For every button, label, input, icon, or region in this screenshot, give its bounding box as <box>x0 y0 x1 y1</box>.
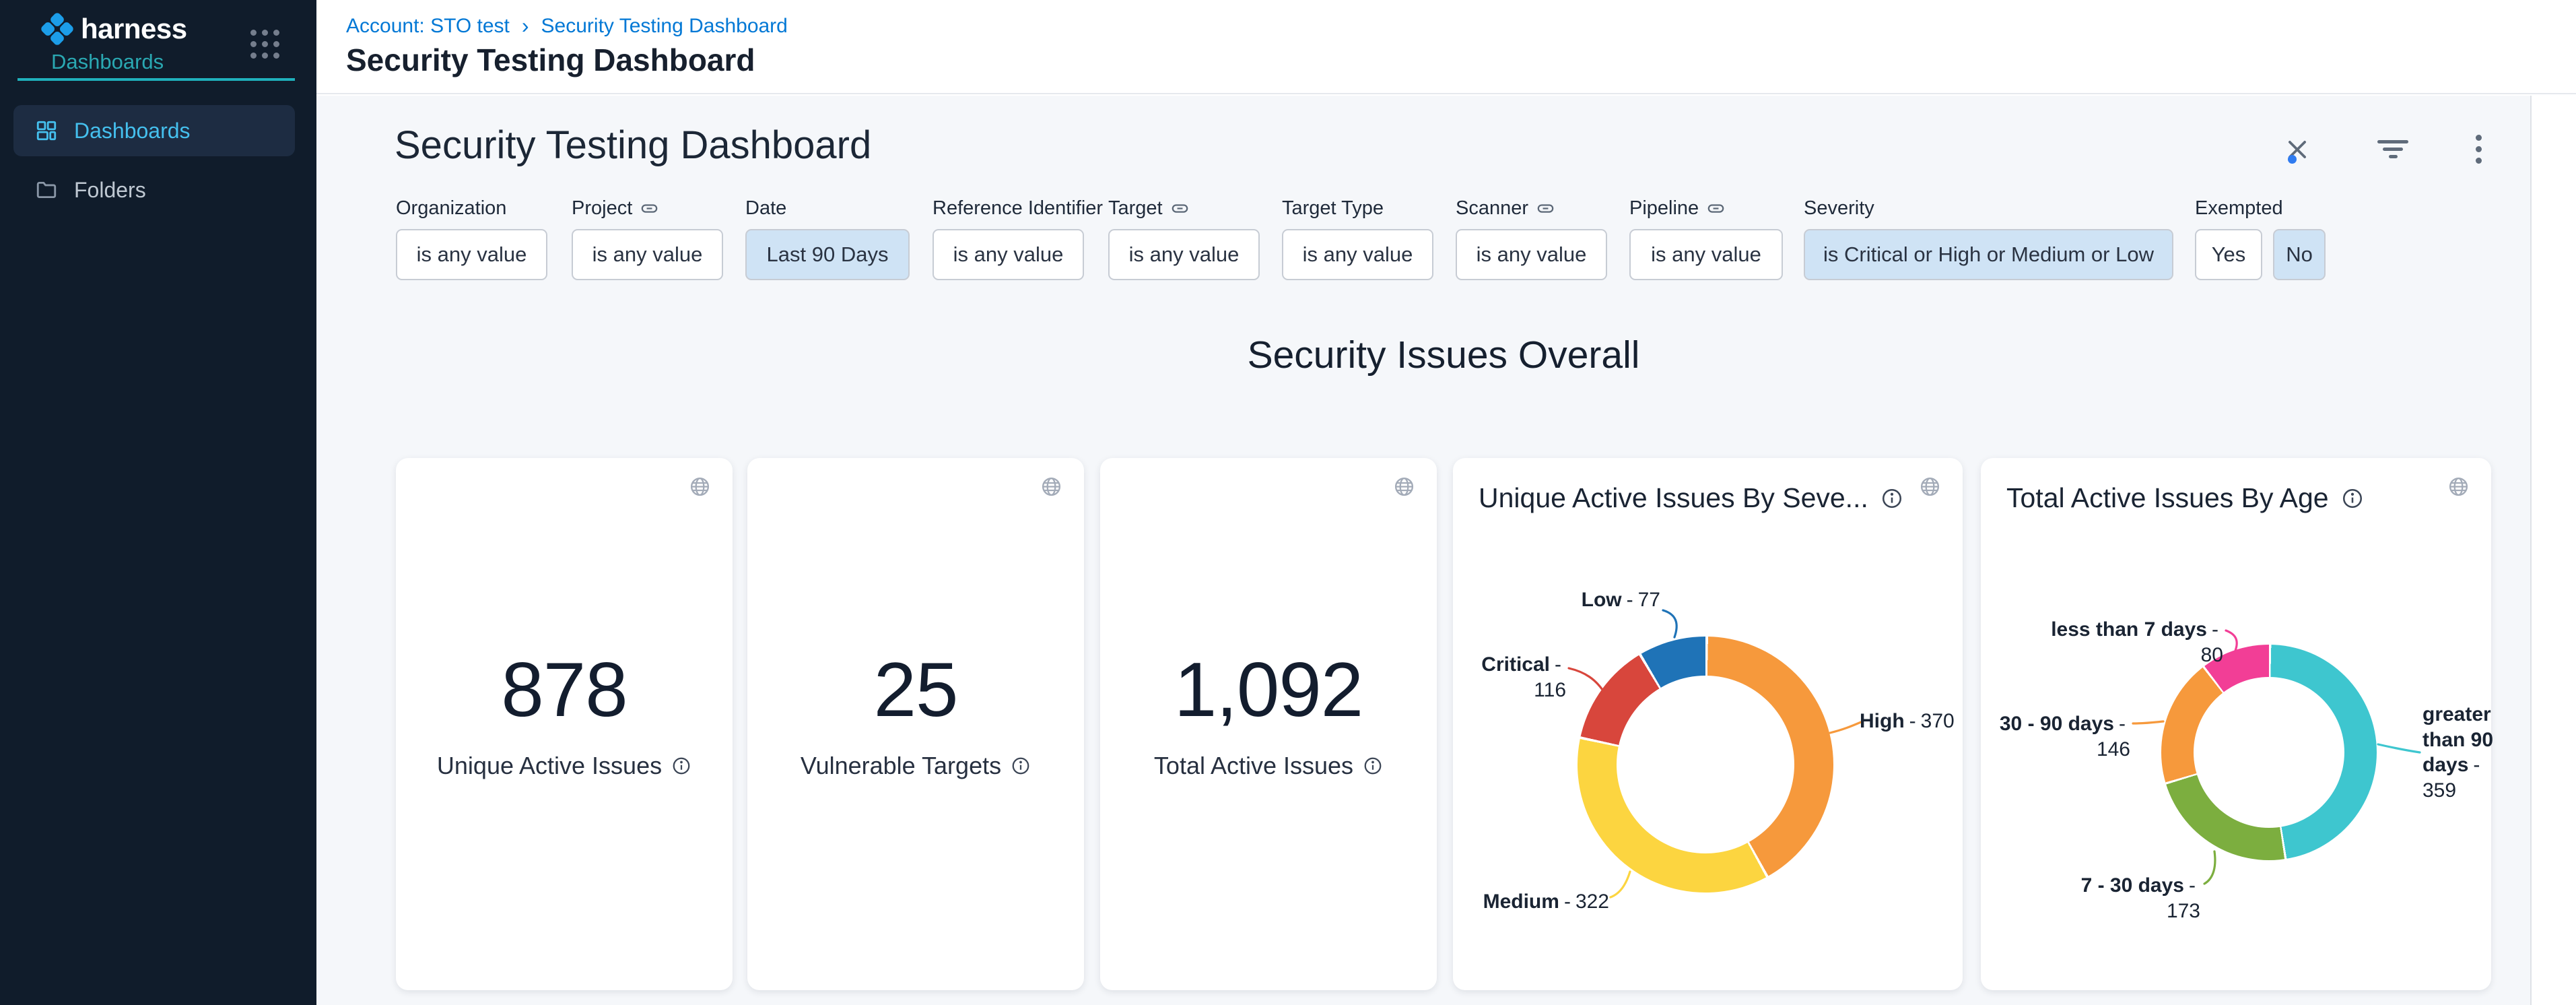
brand-underline <box>18 78 295 81</box>
kebab-menu-icon[interactable] <box>2476 135 2482 164</box>
sidebar-item-dashboards[interactable]: Dashboards <box>13 105 295 156</box>
breadcrumb: Account: STO test › Security Testing Das… <box>346 13 788 38</box>
stat-value: 25 <box>874 652 958 729</box>
filter-exempted: Exempted Yes No <box>2195 197 2326 280</box>
brand: harness Dashboards <box>40 12 187 74</box>
top-header: Account: STO test › Security Testing Das… <box>316 0 2576 94</box>
chevron-right-icon: › <box>522 13 529 38</box>
donut-label-7-30-days: 7 - 30 days-173 <box>2048 873 2200 923</box>
filter-label: Exempted <box>2195 197 2283 220</box>
link-icon <box>1707 199 1725 218</box>
filter-date: Date Last 90 Days <box>745 197 910 280</box>
page-title: Security Testing Dashboard <box>346 42 755 78</box>
donut-label-30-90-days: 30 - 90 days-146 <box>1986 711 2130 762</box>
stat-label: Unique Active Issues <box>437 752 662 780</box>
filter-organization: Organization is any value <box>396 197 547 280</box>
donut-label-greater-than-90-days: greater than 90 days-359 <box>2422 702 2495 803</box>
info-icon[interactable] <box>1880 487 1903 510</box>
filter-target-type-value[interactable]: is any value <box>1282 229 1433 280</box>
filter-label: Project <box>572 197 632 220</box>
sidebar-item-label: Dashboards <box>74 119 191 143</box>
sidebar-nav: Dashboards Folders <box>13 105 295 224</box>
harness-logo <box>40 12 74 46</box>
filter-target-value[interactable]: is any value <box>1108 229 1260 280</box>
filter-pipeline-value[interactable]: is any value <box>1629 229 1783 280</box>
filter-label: Scanner <box>1456 197 1528 220</box>
age-donut-chart[interactable] <box>2161 645 2377 860</box>
filter-severity: Severity is Critical or High or Medium o… <box>1804 197 2173 280</box>
brand-product: Dashboards <box>51 50 187 74</box>
donut-label-critical: Critical-116 <box>1460 652 1566 703</box>
globe-icon <box>1919 476 1941 498</box>
stat-card-vulnerable-targets: 25 Vulnerable Targets <box>747 458 1084 990</box>
folder-icon <box>35 179 58 201</box>
donut-label-low: Low-77 <box>1547 587 1660 613</box>
filter-label: Target Type <box>1282 197 1384 220</box>
stat-value: 878 <box>501 652 627 729</box>
stat-label: Total Active Issues <box>1154 752 1353 780</box>
filter-label: Reference Identifier <box>933 197 1103 220</box>
filter-severity-value[interactable]: is Critical or High or Medium or Low <box>1804 229 2173 280</box>
breadcrumb-account-link[interactable]: Account: STO test <box>346 15 510 38</box>
dashboard-main: Security Testing Dashboard Organization … <box>316 96 2576 1005</box>
info-icon[interactable] <box>2341 487 2364 510</box>
filter-label: Target <box>1108 197 1163 220</box>
filter-project-value[interactable]: is any value <box>572 229 723 280</box>
app-launcher-icon[interactable] <box>250 30 279 59</box>
stat-value: 1,092 <box>1174 652 1363 729</box>
chart-title: Unique Active Issues By Seve... <box>1479 482 1868 514</box>
filter-organization-value[interactable]: is any value <box>396 229 547 280</box>
filter-project: Project is any value <box>572 197 723 280</box>
globe-icon <box>2447 476 2470 498</box>
info-icon[interactable] <box>1011 756 1031 776</box>
chart-card-issues-by-age: Total Active Issues By Age less than 7 d… <box>1981 458 2491 990</box>
filter-label: Organization <box>396 197 506 220</box>
chart-title: Total Active Issues By Age <box>2006 482 2329 514</box>
donut-label-less-than-7-days: less than 7 days-80 <box>2048 617 2223 668</box>
filter-target: Target is any value <box>1108 197 1260 280</box>
dashboards-icon <box>35 119 58 142</box>
info-icon[interactable] <box>1363 756 1383 776</box>
stat-card-total-active-issues: 1,092 Total Active Issues <box>1100 458 1437 990</box>
filter-label: Severity <box>1804 197 1874 220</box>
section-title: Security Issues Overall <box>396 333 2491 377</box>
filter-reference-identifier-value[interactable]: is any value <box>933 229 1084 280</box>
filter-scanner: Scanner is any value <box>1456 197 1607 280</box>
chart-card-issues-by-severity: Unique Active Issues By Seve... Low-77 C… <box>1453 458 1963 990</box>
filter-exempted-yes[interactable]: Yes <box>2195 229 2262 280</box>
brand-name: harness <box>81 13 187 45</box>
filter-reference-identifier: Reference Identifier is any value <box>933 197 1103 280</box>
info-icon[interactable] <box>671 756 691 776</box>
filter-date-value[interactable]: Last 90 Days <box>745 229 910 280</box>
filter-exempted-no[interactable]: No <box>2273 229 2326 280</box>
stat-card-unique-active-issues: 878 Unique Active Issues <box>396 458 733 990</box>
stat-label: Vulnerable Targets <box>801 752 1001 780</box>
link-icon <box>1171 199 1189 218</box>
filter-label: Date <box>745 197 786 220</box>
filter-icon[interactable] <box>2377 140 2408 158</box>
link-icon <box>1536 199 1555 218</box>
sidebar: harness Dashboards Dashboards <box>0 0 316 1005</box>
filter-label: Pipeline <box>1629 197 1699 220</box>
breadcrumb-page-link[interactable]: Security Testing Dashboard <box>541 15 788 38</box>
filter-scanner-value[interactable]: is any value <box>1456 229 1607 280</box>
donut-label-medium: Medium-322 <box>1480 889 1609 915</box>
sidebar-item-folders[interactable]: Folders <box>13 164 295 216</box>
sidebar-item-label: Folders <box>74 178 146 203</box>
vertical-scrollbar[interactable] <box>2530 96 2576 1005</box>
dashboard-actions <box>2284 135 2482 164</box>
dashboard-title: Security Testing Dashboard <box>395 123 871 168</box>
link-icon <box>640 199 658 218</box>
cursor-dot <box>2288 155 2297 164</box>
filter-pipeline: Pipeline is any value <box>1629 197 1783 280</box>
filter-target-type: Target Type is any value <box>1282 197 1433 280</box>
severity-donut-chart[interactable] <box>1578 637 1833 893</box>
